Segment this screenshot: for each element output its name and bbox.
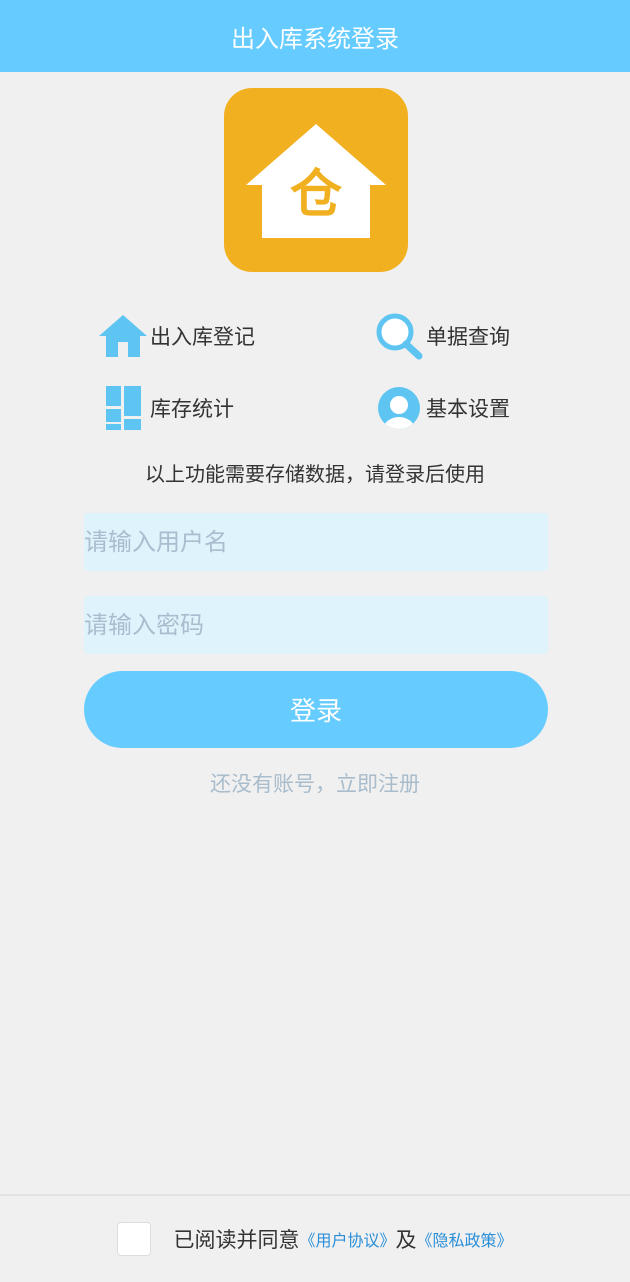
agreement-checkbox[interactable] [117, 1222, 152, 1256]
feature-inventory-stats[interactable]: 库存统计 [98, 384, 234, 432]
app-logo: 仓 [224, 88, 408, 272]
warehouse-house-icon: 仓 [246, 124, 386, 238]
feature-label: 出入库登记 [150, 325, 255, 349]
and-text: 及 [395, 1228, 417, 1252]
privacy-policy-link[interactable]: 《隐私政策》 [417, 1227, 513, 1251]
feature-label: 基本设置 [426, 397, 510, 421]
app-header: 出入库系统登录 [0, 0, 630, 72]
feature-document-query[interactable]: 单据查询 [374, 312, 510, 360]
password-input[interactable] [84, 596, 548, 654]
user-avatar-icon [374, 384, 424, 432]
register-link[interactable]: 还没有账号，立即注册 [0, 768, 630, 798]
feature-basic-settings[interactable]: 基本设置 [374, 384, 510, 432]
search-icon [374, 312, 424, 360]
layout-blocks-icon [98, 384, 148, 432]
agreement-footer: 已阅读并同意 《用户协议》 及 《隐私政策》 [0, 1194, 630, 1282]
logo-glyph: 仓 [290, 165, 343, 225]
house-icon [98, 312, 148, 360]
login-button-label: 登录 [289, 697, 342, 727]
login-button[interactable]: 登录 [84, 671, 548, 748]
user-agreement-link[interactable]: 《用户协议》 [299, 1227, 395, 1251]
feature-inout-register[interactable]: 出入库登记 [98, 312, 255, 360]
feature-label: 库存统计 [150, 397, 234, 421]
agreement-text: 已阅读并同意 [173, 1228, 300, 1252]
page-title: 出入库系统登录 [231, 24, 399, 53]
login-required-notice: 以上功能需要存储数据，请登录后使用 [145, 462, 485, 486]
feature-label: 单据查询 [426, 325, 510, 349]
username-input[interactable] [84, 513, 548, 571]
